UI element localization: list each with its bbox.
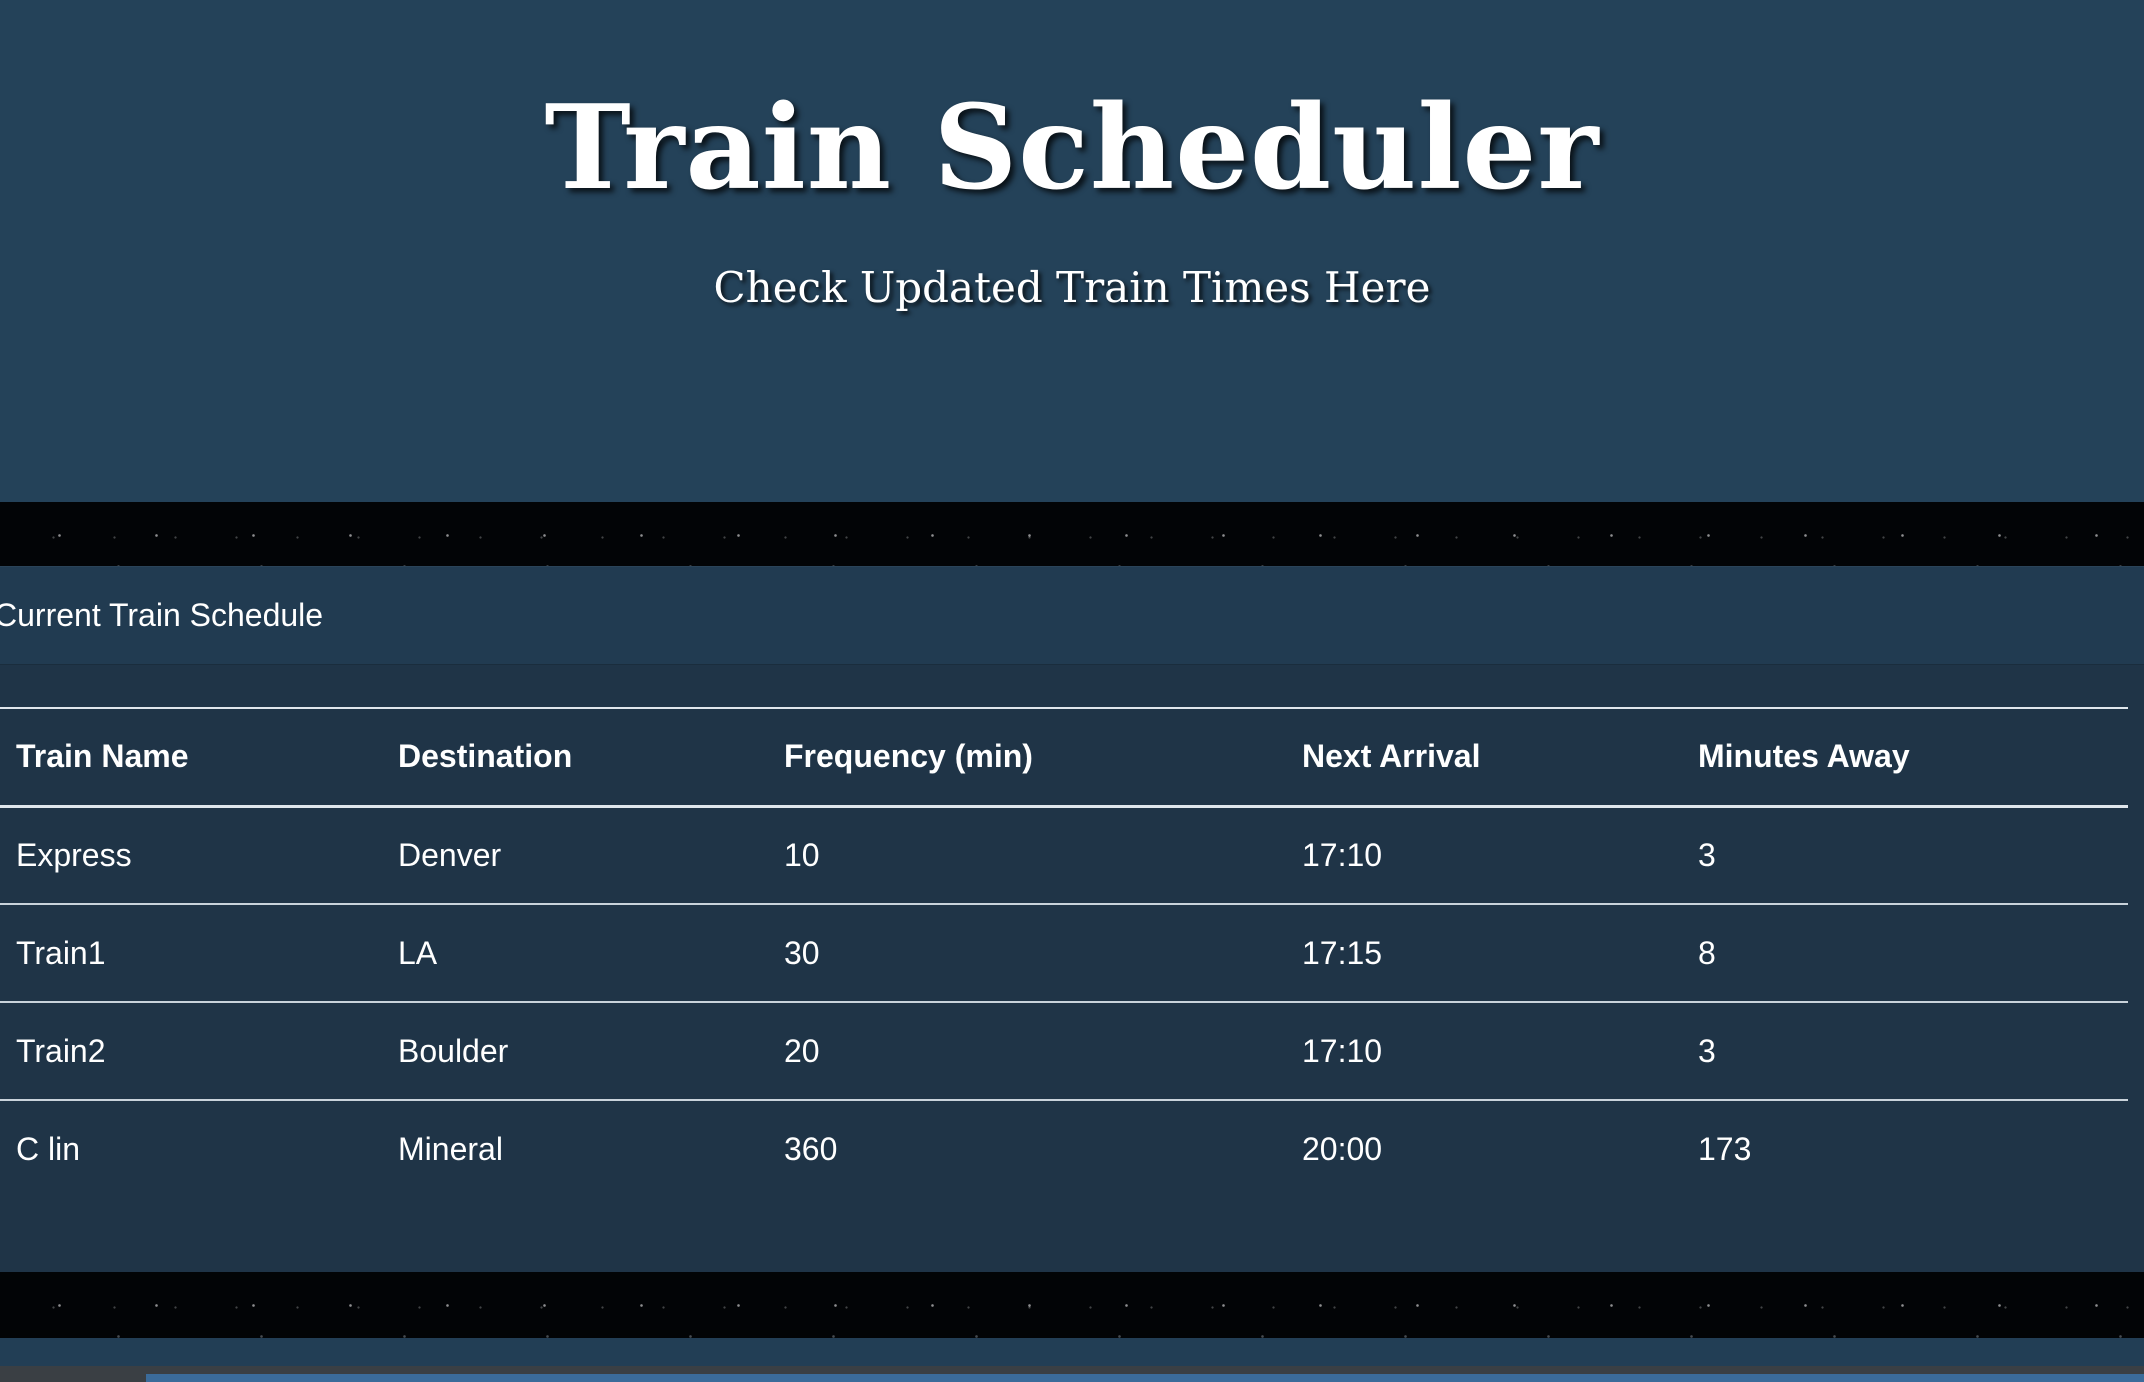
cell-destination: Denver	[382, 806, 768, 905]
schedule-table: Train Name Destination Frequency (min) N…	[0, 707, 2128, 1198]
cell-next-arrival: 17:10	[1286, 1002, 1682, 1101]
cell-minutes-away: 3	[1682, 806, 2128, 905]
schedule-card: Current Train Schedule Train Name Destin…	[0, 566, 2144, 1272]
starfield-divider-top	[0, 502, 2144, 566]
cell-frequency: 10	[768, 806, 1286, 905]
cell-minutes-away: 8	[1682, 904, 2128, 1003]
page-title: Train Scheduler	[544, 80, 1600, 216]
header-row: Train Name Destination Frequency (min) N…	[0, 707, 2128, 808]
schedule-table-body: Express Denver 10 17:10 3 Train1 LA 30 1…	[0, 806, 2128, 1198]
cell-frequency: 20	[768, 1002, 1286, 1101]
column-header-frequency: Frequency (min)	[768, 707, 1286, 808]
column-header-next-arrival: Next Arrival	[1286, 707, 1682, 808]
table-row: C lin Mineral 360 20:00 173	[0, 1100, 2128, 1198]
cell-destination: LA	[382, 904, 768, 1003]
schedule-card-title: Current Train Schedule	[0, 597, 324, 633]
column-header-train-name: Train Name	[0, 707, 382, 808]
jumbotron: Train Scheduler Check Updated Train Time…	[0, 0, 2144, 502]
cell-frequency: 360	[784, 1131, 838, 1167]
cell-train-name: Train2	[0, 1002, 382, 1101]
schedule-table-head: Train Name Destination Frequency (min) N…	[0, 707, 2128, 808]
cell-minutes-away: 3	[1682, 1002, 2128, 1101]
schedule-card-header: Current Train Schedule	[0, 567, 2144, 665]
page-subtitle: Check Updated Train Times Here	[713, 263, 1431, 312]
cell-train-name: Train1	[0, 904, 382, 1003]
table-row: Train2 Boulder 20 17:10 3	[0, 1002, 2128, 1101]
cell-next-arrival: 17:10	[1286, 806, 1682, 905]
cell-minutes-away: 173	[1698, 1131, 1752, 1167]
cell-destination: Boulder	[382, 1002, 768, 1101]
cell-next-arrival: 17:15	[1286, 904, 1682, 1003]
cell-train-name: Express	[0, 806, 382, 905]
cell-frequency: 30	[768, 904, 1286, 1003]
cell-train-name: C lin	[16, 1131, 81, 1167]
table-row: Express Denver 10 17:10 3	[0, 806, 2128, 905]
table-row: Train1 LA 30 17:15 8	[0, 904, 2128, 1003]
horizontal-scrollbar-thumb[interactable]	[146, 1374, 2144, 1382]
column-header-destination: Destination	[382, 707, 768, 808]
column-header-minutes-away: Minutes Away	[1682, 707, 2128, 808]
cell-destination: Mineral	[398, 1131, 503, 1167]
cell-next-arrival: 20:00	[1302, 1131, 1383, 1167]
starfield-divider-bottom	[0, 1272, 2144, 1338]
